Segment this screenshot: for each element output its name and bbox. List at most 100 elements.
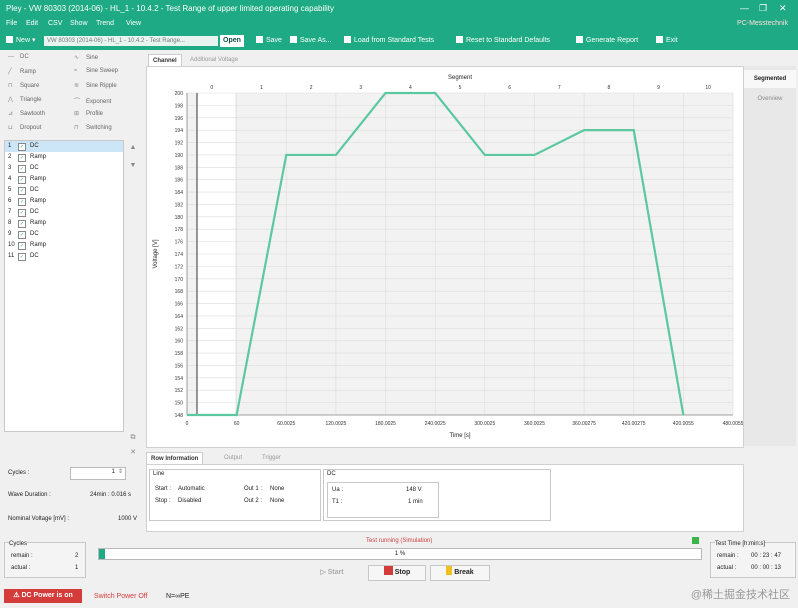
load-standard-button[interactable]: Load from Standard Tests [344, 36, 434, 44]
reset-defaults-button[interactable]: Reset to Standard Defaults [456, 36, 550, 44]
segment-row[interactable]: 3 ✓ DC [5, 163, 123, 174]
segment-row[interactable]: 8 ✓ Ramp [5, 218, 123, 229]
open-button[interactable]: Open [220, 35, 244, 47]
y-tick-label: 162 [175, 326, 184, 332]
segment-row[interactable]: 7 ✓ DC [5, 207, 123, 218]
tab-trigger[interactable]: Trigger [258, 452, 285, 464]
minimize-button[interactable]: — [740, 3, 749, 13]
y-tick-label: 188 [175, 165, 184, 171]
new-icon [6, 36, 13, 43]
y-tick-label: 160 [175, 339, 184, 345]
copy-icon[interactable]: ⧉ [128, 434, 138, 444]
segment-type: DC [30, 231, 39, 237]
y-axis-label: Voltage [V] [153, 239, 159, 268]
segment-checkbox[interactable]: ✓ [18, 231, 26, 239]
break-button[interactable]: Break [430, 565, 490, 581]
shape-exponent-button[interactable]: ⌒ Exponent [74, 96, 111, 109]
file-path-input[interactable]: VW 80303 (2014-06) - HL_1 - 10.4.2 - Tes… [44, 36, 218, 46]
segment-row[interactable]: 9 ✓ DC [5, 229, 123, 240]
segment-row[interactable]: 2 ✓ Ramp [5, 152, 123, 163]
segment-row[interactable]: 10 ✓ Ramp [5, 240, 123, 251]
wave-duration-value: 24min : 0.016 s [90, 492, 132, 498]
t1-label: T1 : [332, 499, 343, 505]
menu-view[interactable]: View [126, 20, 141, 27]
move-up-arrow-icon[interactable]: ▲ [128, 144, 138, 154]
delete-icon[interactable]: ✕ [128, 448, 138, 458]
start-button[interactable]: ▷ Start [306, 565, 358, 581]
save-button[interactable]: Save [256, 36, 282, 44]
switching-shape-icon: ⊓ [74, 125, 79, 131]
shape-square-button[interactable]: ⊓ Square [8, 82, 39, 95]
cycles-actual-label: actual : [11, 565, 31, 571]
shape-label: Sine Sweep [86, 68, 119, 74]
segment-checkbox[interactable]: ✓ [18, 198, 26, 206]
tab-segmented[interactable]: Segmented [744, 70, 796, 88]
shape-sine-sweep-button[interactable]: ≈ Sine Sweep [74, 68, 118, 81]
shape-sawtooth-button[interactable]: ⊿ Sawtooth [8, 110, 45, 123]
segment-checkbox[interactable]: ✓ [18, 165, 26, 173]
segment-checkbox[interactable]: ✓ [18, 242, 26, 250]
spinner-icon[interactable]: ⇕ [118, 468, 123, 475]
segment-checkbox[interactable]: ✓ [18, 253, 26, 261]
y-tick-label: 150 [175, 401, 184, 407]
test-time-box: Test Time [h:min:s] remain : 00 : 23 : 4… [710, 541, 796, 578]
y-tick-label: 166 [175, 302, 184, 308]
shape-sine-button[interactable]: ∿ Sine [74, 54, 98, 67]
close-window-button[interactable]: ✕ [779, 3, 787, 14]
shape-ramp-button[interactable]: ╱ Ramp [8, 68, 36, 81]
switch-power-off-link[interactable]: Switch Power Off [94, 593, 148, 600]
out1-label: Out 1 : [244, 486, 263, 492]
shape-dropout-button[interactable]: ⊔ Dropout [8, 124, 41, 137]
chart-area: 148 150 152 154 156 158 160 162 164 166 168 170 172 1… [146, 66, 744, 448]
cycles-remain-value: 2 [75, 553, 79, 559]
generate-report-button[interactable]: Generate Report [576, 36, 638, 44]
line-box: Line Start : Automatic Stop : Disabled O… [149, 469, 321, 521]
x-tick-label: 180.0025 [375, 421, 396, 427]
segment-checkbox[interactable]: ✓ [18, 187, 26, 195]
menu-show[interactable]: Show [70, 20, 88, 27]
watermark: @稀土掘金技术社区 [690, 589, 790, 601]
save-as-button[interactable]: Save As... [290, 36, 332, 44]
shape-switching-button[interactable]: ⊓ Switching [74, 124, 112, 137]
segment-checkbox[interactable]: ✓ [18, 143, 26, 151]
segment-checkbox[interactable]: ✓ [18, 220, 26, 228]
segment-row[interactable]: 5 ✓ DC [5, 185, 123, 196]
brand-label: PC-Messtechnik [737, 20, 788, 27]
play-icon: ▷ [320, 569, 326, 576]
maximize-button[interactable]: ❐ [759, 3, 767, 14]
shape-sine-ripple-button[interactable]: ≋ Sine Ripple [74, 82, 117, 95]
move-down-arrow-icon[interactable]: ▼ [128, 162, 138, 172]
menu-csv[interactable]: CSV [48, 20, 62, 27]
report-label: Generate Report [586, 37, 639, 44]
exit-button[interactable]: Exit [656, 36, 678, 44]
y-tick-label: 192 [175, 141, 184, 147]
segment-checkbox[interactable]: ✓ [18, 176, 26, 184]
power-status-button[interactable]: ⚠ DC Power is on [4, 589, 82, 603]
segment-row[interactable]: 11 ✓ DC [5, 251, 123, 262]
tab-output[interactable]: Output [220, 452, 246, 464]
segment-row[interactable]: 6 ✓ Ramp [5, 196, 123, 207]
segment-row[interactable]: 1 ✓ DC [5, 141, 123, 152]
shape-profile-button[interactable]: ⊞ Profile [74, 110, 103, 123]
tab-overview[interactable]: Overview [744, 90, 796, 108]
menu-file[interactable]: File [6, 20, 17, 27]
segment-row[interactable]: 4 ✓ Ramp [5, 174, 123, 185]
stop-button[interactable]: Stop [368, 565, 426, 581]
y-tick-label: 196 [175, 116, 184, 122]
tab-additional-voltage[interactable]: Additional Voltage [186, 54, 242, 66]
y-tick-label: 152 [175, 388, 184, 394]
segment-checkbox[interactable]: ✓ [18, 209, 26, 217]
time-remain-label: remain : [717, 553, 739, 559]
power-label: DC Power is on [21, 592, 73, 599]
cycles-input[interactable]: 1 ⇕ [70, 467, 126, 480]
new-button[interactable]: New ▾ [6, 36, 35, 44]
shape-dc-button[interactable]: — DC [8, 54, 29, 67]
menu-edit[interactable]: Edit [26, 20, 38, 27]
segment-number: 3 [8, 165, 12, 171]
x-tick-label: 480.0055 [723, 421, 743, 427]
segment-checkbox[interactable]: ✓ [18, 154, 26, 162]
menu-trend[interactable]: Trend [96, 20, 114, 27]
x-tick-label: 420.0055 [673, 421, 694, 427]
shape-triangle-button[interactable]: ⋀ Triangle [8, 96, 41, 109]
break-label: Break [454, 569, 474, 576]
